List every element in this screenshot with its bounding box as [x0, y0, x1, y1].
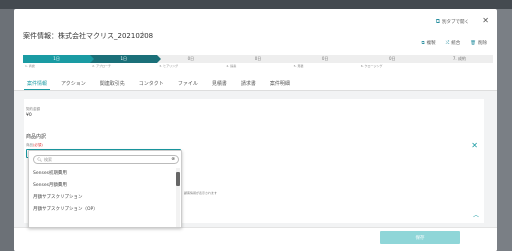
app-sidebar [0, 9, 14, 251]
tab-deal-items[interactable]: 案件明細 [263, 77, 297, 90]
search-icon: 🔍︎ [37, 157, 43, 162]
clear-icon[interactable]: ⊗ [171, 156, 175, 163]
dropdown-option[interactable]: 月額サブスクリプション（OP） [29, 204, 177, 216]
stage-1[interactable]: 1日 [23, 55, 95, 63]
copy-icon: ⧉ [421, 41, 425, 46]
scrollbar-thumb[interactable] [176, 172, 180, 186]
dropdown-option[interactable]: 月額サブスクリプション [29, 192, 177, 204]
stage-label: 5. 見積 [293, 64, 304, 68]
tab-related-accounts[interactable]: 関連取引先 [93, 77, 132, 90]
stage-label: 1. 商談 [25, 64, 35, 68]
stage-6[interactable]: 0日 [358, 55, 426, 63]
stage-label: 4. 提案 [226, 64, 237, 68]
tab-actions[interactable]: アクション [54, 77, 93, 90]
open-new-tab-link[interactable]: ⧉ 別タブで開く [436, 18, 469, 26]
delete-button[interactable]: 🗑 削除 [470, 40, 487, 46]
stage-5[interactable]: 0日 [291, 55, 359, 63]
stage-7[interactable]: 7. 成約 [425, 55, 493, 63]
modal-title: 案件情報：株式会社マクリス_20210208 [23, 32, 154, 40]
duplicate-button[interactable]: ⧉ 複製 [421, 40, 435, 46]
save-button[interactable]: 保存 [380, 231, 460, 244]
dropdown-scrollbar[interactable] [176, 168, 180, 227]
dropdown-search-input[interactable]: 🔍︎ 検索 ⊗ [33, 155, 179, 164]
stage-labels: 1. 商談 2. アプローチ 3. ヒアリング 4. 提案 5. 見積 6. ク… [23, 64, 493, 68]
dropdown-option[interactable]: Senses初期費用 [29, 168, 177, 180]
tab-bar: 案件情報 アクション 関連取引先 コンタクト ファイル 見積書 請求書 案件明細 [14, 77, 497, 91]
external-link-icon: ⧉ [435, 18, 440, 25]
stage-path: 1日 1日 0日 0日 0日 0日 7. 成約 [23, 55, 493, 63]
app-topbar [0, 0, 512, 9]
amount-label: 契約金額 [26, 107, 40, 111]
search-placeholder: 検索 [44, 157, 52, 162]
product-dropdown: 🔍︎ 検索 ⊗ Senses初期費用 Senses月額費用 月額サブスクリプショ… [28, 150, 182, 228]
tab-quotes[interactable]: 見積書 [205, 77, 234, 90]
merge-icon: ⤮ [445, 41, 450, 46]
product-label: 商品(必須) [26, 143, 43, 147]
tab-contacts[interactable]: コンタクト [132, 77, 171, 90]
stage-label: 3. ヒアリング [159, 64, 179, 68]
chevron-up-icon[interactable]: ︿ [473, 210, 479, 219]
close-icon[interactable]: ✕ [482, 16, 489, 25]
stage-3[interactable]: 0日 [157, 55, 225, 63]
stage-4[interactable]: 0日 [224, 55, 292, 63]
remove-item-icon[interactable]: ✕ [471, 141, 478, 150]
tab-deal-info[interactable]: 案件情報 [20, 77, 54, 90]
tab-files[interactable]: ファイル [171, 77, 205, 90]
section-title: 商品内訳 [26, 134, 47, 140]
stage-2[interactable]: 1日 [90, 55, 162, 63]
header-actions: ⧉ 複製 ⤮ 統合 🗑 削除 [421, 40, 487, 46]
field-hint: 顧客情報が表示されます [184, 191, 218, 195]
open-new-tab-label: 別タブで開く [442, 20, 469, 25]
tab-invoices[interactable]: 請求書 [234, 77, 263, 90]
amount-value: ¥0 [26, 113, 32, 118]
star-icon[interactable]: ☆ [139, 30, 146, 39]
stage-label [426, 64, 493, 68]
modal-footer: 保存 [14, 227, 497, 251]
merge-button[interactable]: ⤮ 統合 [446, 40, 461, 46]
dropdown-list: Senses初期費用 Senses月額費用 月額サブスクリプション 月額サブスク… [29, 168, 177, 216]
dropdown-option[interactable]: Senses月額費用 [29, 180, 177, 192]
stage-label: 6. クロージング [360, 64, 383, 68]
trash-icon: 🗑 [470, 41, 476, 46]
stage-label: 2. アプローチ [92, 64, 111, 68]
required-marker: (必須) [33, 143, 43, 147]
